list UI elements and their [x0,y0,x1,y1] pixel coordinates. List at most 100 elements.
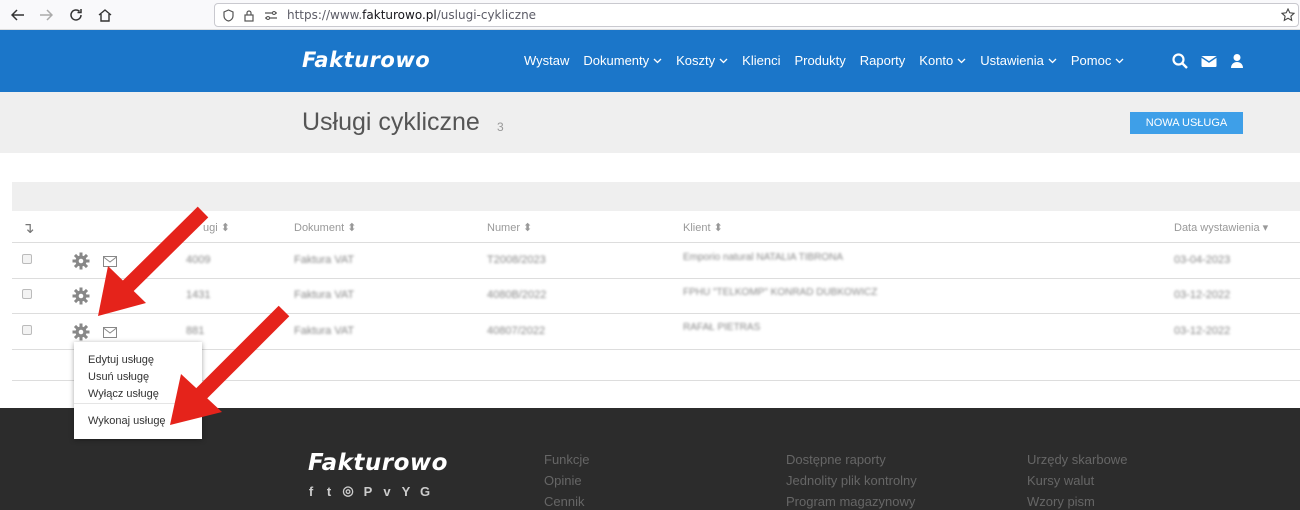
row-checkbox[interactable] [22,254,32,264]
cell-document: Faktura VAT [294,325,355,337]
cell-id: 1431 [186,289,211,301]
nav-wystaw[interactable]: Wystaw [524,53,569,68]
menu-item-execute[interactable]: Wykonaj usługę [88,415,166,427]
google-icon[interactable]: G [418,484,432,499]
shield-icon [223,9,234,22]
home-icon[interactable] [95,5,115,25]
menu-item-edit[interactable]: Edytuj usługę [88,354,154,366]
cell-id: 881 [186,325,205,337]
permissions-icon[interactable] [264,10,278,21]
twitter-icon[interactable]: t [322,484,336,499]
nav-label: Koszty [676,53,716,68]
nav-dokumenty[interactable]: Dokumenty [583,53,662,68]
new-service-button[interactable]: NOWA USŁUGA [1130,112,1243,134]
chevron-down-icon [719,58,728,63]
cell-client: Emporio natural NATALIA TIBRONA [683,252,844,263]
nav-konto[interactable]: Konto [919,53,966,68]
cell-date: 03-12-2022 [1174,325,1231,337]
browser-toolbar: https://www.fakturowo.pl/uslugi-cykliczn… [0,0,1300,30]
row-divider [12,278,1300,279]
row-divider [12,313,1300,314]
cell-id: 4009 [186,254,211,266]
instagram-icon[interactable]: ◎ [341,483,355,498]
chevron-down-icon [1115,58,1124,63]
envelope-icon[interactable] [103,327,117,338]
footer-link[interactable]: Urzędy skarbowe [1027,452,1127,467]
nav-label: Klienci [742,53,781,68]
nav-label: Raporty [859,53,906,68]
row-checkbox[interactable] [22,289,32,299]
envelope-icon[interactable] [1200,52,1218,70]
row-divider [12,380,1300,381]
gear-icon[interactable] [72,287,90,305]
reload-icon[interactable] [66,5,86,25]
forward-arrow-icon[interactable] [36,5,56,25]
nav-label: Produkty [794,53,846,68]
cell-document: Faktura VAT [294,254,355,266]
footer-link[interactable]: Cennik [544,494,584,509]
back-arrow-icon[interactable] [8,5,28,25]
nav-label: Dokumenty [583,53,650,68]
service-actions-menu: Edytuj usługę Usuń usługę Wyłącz usługę … [74,342,202,439]
cell-client: FPHU "TELKOMP" KONRAD DUBKOWICZ [683,287,878,298]
envelope-icon[interactable] [103,256,117,267]
row-divider [12,349,1300,350]
address-bar[interactable]: https://www.fakturowo.pl/uslugi-cykliczn… [214,3,1299,27]
table-filter-band [12,182,1300,211]
nav-koszty[interactable]: Koszty [676,53,728,68]
bookmark-star-icon[interactable] [1281,8,1295,22]
cell-date: 03-04-2023 [1174,254,1231,266]
column-header-document[interactable]: Dokument ⬍ [294,221,356,234]
nav-label: Ustawienia [980,53,1044,68]
cell-number[interactable]: 40807/2022 [487,325,545,337]
main-nav: Wystaw Dokumenty Koszty Klienci Produkty… [524,53,1138,68]
menu-item-disable[interactable]: Wyłącz usługę [88,388,159,400]
url-text: https://www.fakturowo.pl/uslugi-cykliczn… [287,8,537,22]
row-checkbox[interactable] [22,325,32,335]
column-header-date[interactable]: Data wystawienia ▾ [1174,221,1268,234]
page-title: Usługi cykliczne [302,108,480,136]
youtube-icon[interactable]: Y [399,484,413,499]
search-icon[interactable] [1171,52,1189,70]
footer-link[interactable]: Funkcje [544,452,590,467]
footer-link[interactable]: Wzory pism [1027,494,1095,509]
cell-document: Faktura VAT [294,289,355,301]
gear-icon[interactable] [72,252,90,270]
nav-klienci[interactable]: Klienci [742,53,780,68]
cell-number[interactable]: T2008/2023 [487,254,546,266]
nav-pomoc[interactable]: Pomoc [1071,53,1124,68]
nav-raporty[interactable]: Raporty [860,53,906,68]
title-count: 3 [497,120,504,134]
cell-date: 03-12-2022 [1174,289,1231,301]
bulk-sort-icon[interactable]: ↴ [22,219,35,237]
nav-label: Pomoc [1070,53,1112,68]
nav-produkty[interactable]: Produkty [794,53,845,68]
row-divider [12,242,1300,243]
nav-label: Wystaw [524,53,570,68]
footer-link[interactable]: Dostępne raporty [786,452,886,467]
chevron-down-icon [653,58,662,63]
facebook-icon[interactable]: f [304,484,318,499]
menu-item-delete[interactable]: Usuń usługę [88,371,149,383]
footer-link[interactable]: Kursy walut [1027,473,1094,488]
footer-link[interactable]: Opinie [544,473,582,488]
gear-icon[interactable] [72,323,90,341]
vimeo-icon[interactable]: v [380,484,394,499]
menu-divider [74,403,202,404]
lock-icon [244,10,254,22]
footer-link[interactable]: Program magazynowy [786,494,915,509]
column-header-client[interactable]: Klient ⬍ [683,221,723,234]
footer-link[interactable]: Jednolity plik kontrolny [786,473,917,488]
nav-label: Konto [919,53,954,68]
column-header-id[interactable]: ugi ⬍ [203,221,230,234]
footer-logo[interactable]: Fakturowo [308,450,448,476]
chevron-down-icon [1048,58,1057,63]
cell-client: RAFAŁ PIETRAS [683,322,761,333]
cell-number[interactable]: 4080B/2022 [487,289,546,301]
nav-ustawienia[interactable]: Ustawienia [980,53,1057,68]
column-header-number[interactable]: Numer ⬍ [487,221,532,234]
chevron-down-icon [957,58,966,63]
pinterest-icon[interactable]: P [361,484,375,499]
user-icon[interactable] [1228,52,1246,70]
header-logo[interactable]: Fakturowo [302,48,430,72]
